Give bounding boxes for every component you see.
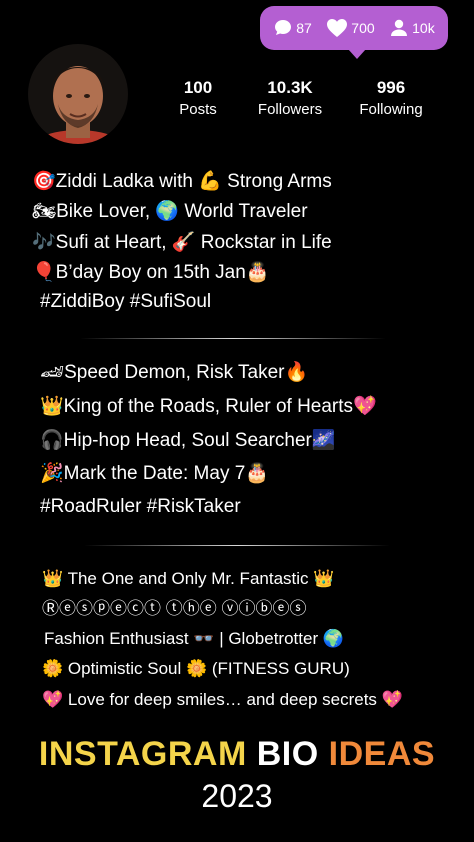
crown-icon: 👑	[40, 395, 64, 417]
page-title: INSTAGRAM BIO IDEAS	[0, 735, 474, 774]
bio-text: Mark the Date: May 7🎂	[63, 463, 269, 484]
stat-posts[interactable]: 100 Posts	[148, 77, 248, 121]
person-icon	[391, 19, 408, 36]
bio-text: The One and Only Mr. Fantastic 👑	[67, 569, 335, 588]
bio-text: B’day Boy on 15th Jan🎂	[55, 262, 270, 283]
bio-line: 🎯Ziddi Ladka with 💪 Strong Arms	[32, 169, 332, 194]
bio-line: 🎶Sufi at Heart, 🎸 Rockstar in Life	[32, 230, 332, 255]
bio-line: 🎧Hip-hop Head, Soul Searcher🌌	[40, 428, 336, 453]
blossom-icon: 🌼	[42, 659, 64, 679]
motorcycle-icon: 🏍	[32, 200, 57, 222]
stat-following[interactable]: 996 Following	[341, 77, 441, 121]
bio-line: 💖 Love for deep smiles… and deep secrets…	[42, 688, 403, 712]
bio-text: Fashion Enthusiast 👓 | Globetrotter 🌍	[44, 629, 344, 648]
bio-text: Sufi at Heart, 🎸 Rockstar in Life	[55, 232, 332, 253]
title-instagram: INSTAGRAM	[38, 735, 247, 773]
stat-value: 100	[183, 78, 213, 97]
title-ideas: IDEAS	[328, 735, 436, 773]
bio-line: 🎉Mark the Date: May 7🎂	[40, 461, 269, 486]
title-bio: BIO	[256, 735, 319, 773]
bio-text: #RoadRuler #RiskTaker	[40, 496, 241, 517]
stat-label: Following	[359, 101, 423, 118]
new-followers-count: 10k	[412, 20, 435, 36]
profile-photo	[28, 44, 128, 144]
bio-line: 👑 The One and Only Mr. Fantastic 👑	[42, 567, 334, 591]
followers-count-group: 10k	[389, 18, 435, 38]
bio-text: Speed Demon, Risk Taker🔥	[64, 362, 309, 383]
stat-value: 10.3K	[267, 78, 313, 97]
party-popper-icon: 🎉	[40, 462, 64, 484]
stat-value: 996	[376, 78, 406, 97]
bio-line: Fashion Enthusiast 👓 | Globetrotter 🌍	[44, 627, 344, 651]
comment-icon	[275, 20, 292, 35]
stat-followers[interactable]: 10.3K Followers	[240, 77, 340, 121]
racing-car-icon: 🏎	[40, 361, 65, 383]
balloon-icon: 🎈	[32, 261, 56, 283]
bio-line: 🎈B’day Boy on 15th Jan🎂	[32, 260, 269, 285]
section-divider	[84, 545, 390, 546]
target-icon: 🎯	[32, 170, 56, 192]
comments-count-group: 87	[273, 18, 312, 38]
bio-text: Ⓡⓔⓢⓟⓔⓒⓣ ⓣⓗⓔ ⓥⓘⓑⓔⓢ	[42, 599, 307, 618]
bio-hashtags[interactable]: #ZiddiBoy #SufiSoul	[40, 290, 211, 314]
bio-line: 🌼 Optimistic Soul 🌼 (FITNESS GURU)	[42, 657, 350, 681]
page-year: 2023	[201, 778, 273, 814]
bio-text: #ZiddiBoy #SufiSoul	[40, 291, 212, 312]
bio-text: Hip-hop Head, Soul Searcher🌌	[63, 430, 336, 451]
bio-hashtags[interactable]: #RoadRuler #RiskTaker	[40, 495, 241, 519]
bio-line: 🏍Bike Lover, 🌍 World Traveler	[32, 199, 308, 224]
bio-text: Optimistic Soul 🌼 (FITNESS GURU)	[67, 659, 350, 678]
activity-notification-bubble[interactable]: 87 700 10k	[260, 6, 448, 59]
stat-label: Followers	[257, 101, 323, 118]
bio-line: 👑King of the Roads, Ruler of Hearts💖	[40, 394, 377, 419]
likes-count: 700	[351, 20, 375, 36]
stat-label: Posts	[179, 101, 217, 118]
likes-count-group: 700	[326, 18, 375, 38]
sparkling-heart-icon: 💖	[42, 690, 64, 710]
headphones-icon: 🎧	[40, 429, 64, 451]
bio-text: Ziddi Ladka with 💪 Strong Arms	[55, 171, 332, 192]
music-notes-icon: 🎶	[32, 231, 56, 253]
heart-icon	[327, 19, 348, 37]
profile-avatar[interactable]	[28, 44, 128, 144]
comments-count: 87	[296, 20, 312, 36]
bio-text: King of the Roads, Ruler of Hearts💖	[63, 396, 377, 417]
bio-text: Love for deep smiles… and deep secrets 💖	[67, 690, 403, 709]
bio-line: 🏎Speed Demon, Risk Taker🔥	[40, 360, 308, 385]
bio-line: Ⓡⓔⓢⓟⓔⓒⓣ ⓣⓗⓔ ⓥⓘⓑⓔⓢ	[42, 597, 306, 621]
bio-text: Bike Lover, 🌍 World Traveler	[56, 201, 308, 222]
section-divider	[80, 338, 386, 339]
crown-icon: 👑	[42, 569, 64, 589]
